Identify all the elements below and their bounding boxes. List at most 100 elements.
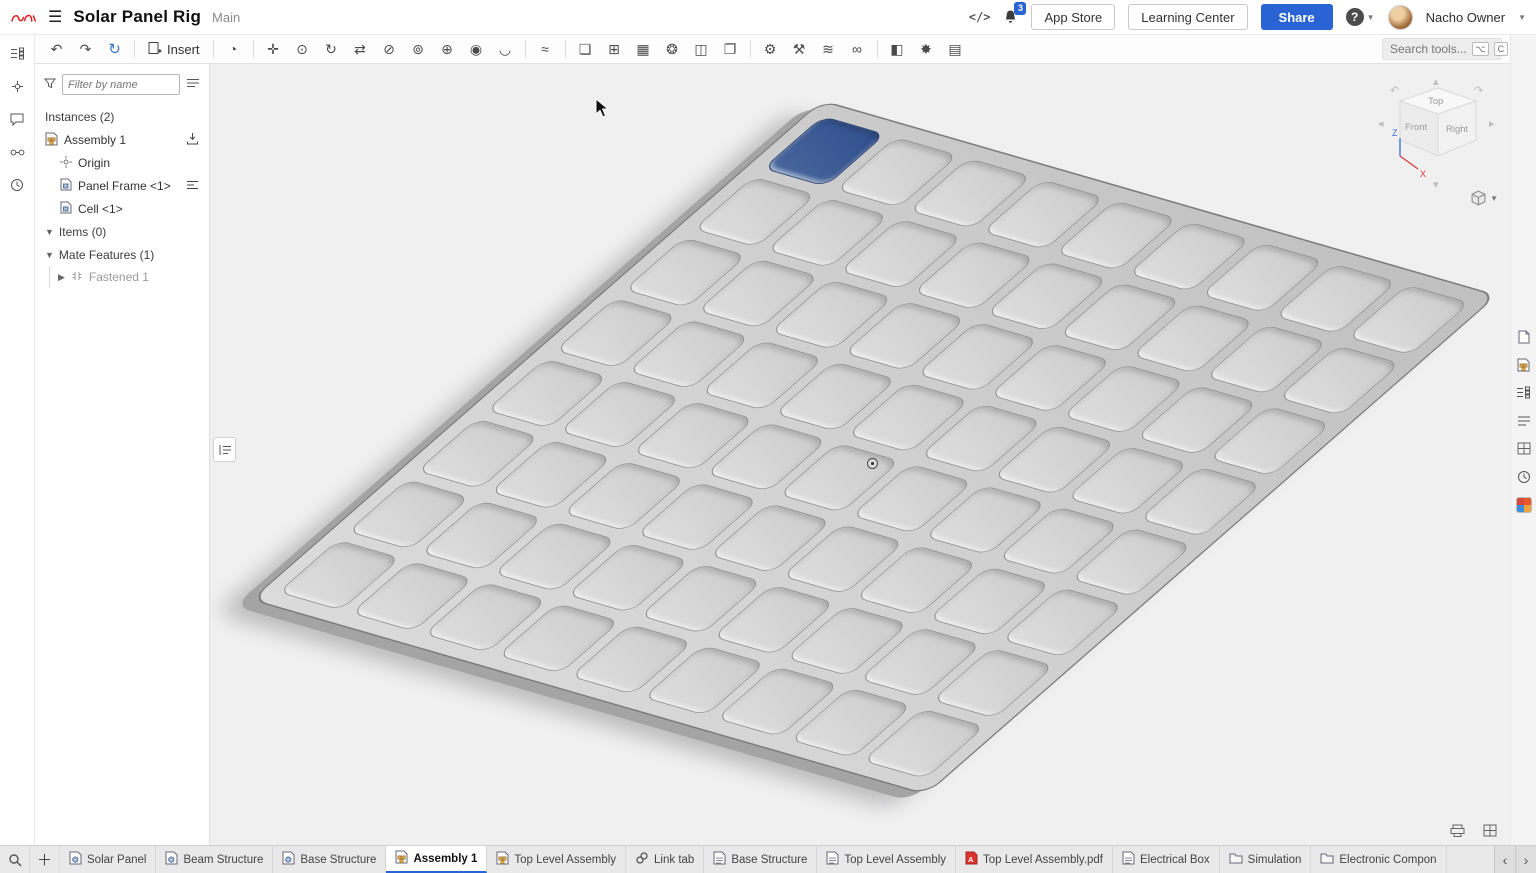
- gear-relation-icon[interactable]: ⚙: [757, 38, 784, 61]
- linear-pattern-icon[interactable]: ▦: [630, 38, 657, 61]
- top-bar: ☰ Solar Panel Rig Main </> 3 App Store L…: [0, 0, 1536, 35]
- main-menu-icon[interactable]: ☰: [48, 7, 62, 27]
- list-options-icon[interactable]: [186, 77, 200, 92]
- chevron-down-icon: ▼: [45, 250, 54, 260]
- filter-icon[interactable]: [44, 78, 56, 92]
- redo-icon[interactable]: ↷: [72, 38, 99, 61]
- panel-collapse-button[interactable]: [213, 437, 236, 462]
- tangent-mate-icon[interactable]: ◡: [492, 38, 519, 61]
- cube-icon: [1470, 190, 1487, 207]
- fastened-mate-icon[interactable]: ⊙: [289, 38, 316, 61]
- group-icon[interactable]: ❏: [572, 38, 599, 61]
- instances-header: Instances (2): [35, 105, 209, 128]
- tab-label: Top Level Assembly: [514, 854, 616, 866]
- view-cube-right-label: Right: [1446, 124, 1469, 135]
- pin-slot-mate-icon[interactable]: ⊕: [434, 38, 461, 61]
- user-caret-down-icon[interactable]: ▼: [1518, 13, 1526, 22]
- screw-relation-icon[interactable]: ≋: [815, 38, 842, 61]
- assemblytab-icon: [395, 850, 408, 867]
- view-cube[interactable]: ↶ ↷ ▴ ◂ ▸ ▾ Top Front Right Z: [1376, 76, 1500, 190]
- graphics-canvas[interactable]: Instances (2) Assembly 1 OriginPanel Fram…: [35, 64, 1510, 845]
- filter-input[interactable]: [62, 74, 180, 95]
- bom-icon[interactable]: ▤: [942, 38, 969, 61]
- tab-electrical-box[interactable]: Electrical Box: [1113, 846, 1220, 873]
- mate-feature-label: Fastened 1: [89, 270, 201, 284]
- belt-relation-icon[interactable]: ∞: [844, 38, 871, 61]
- tilt-up-icon: ▴: [1433, 76, 1439, 88]
- tab-search-button[interactable]: [0, 846, 30, 873]
- tree-row-cell-1[interactable]: Cell <1>: [35, 197, 209, 220]
- comments-icon[interactable]: [7, 110, 27, 128]
- tree-row-panel-frame-1[interactable]: Panel Frame <1>: [35, 174, 209, 197]
- tab-solar-panel[interactable]: Solar Panel: [60, 846, 156, 873]
- search-tools-input[interactable]: Search tools... ⌥ C: [1382, 38, 1502, 60]
- chevron-right-icon[interactable]: ▶: [58, 272, 65, 283]
- properties-panel-icon[interactable]: [1514, 411, 1534, 430]
- part-icon: [60, 178, 72, 194]
- tab-beam-structure[interactable]: Beam Structure: [156, 846, 273, 873]
- view-mode-menu[interactable]: ▼: [1470, 190, 1498, 207]
- undo-icon[interactable]: ↶: [43, 38, 70, 61]
- tab-assembly-1[interactable]: Assembly 1: [386, 846, 487, 873]
- tab-top-level-assembly[interactable]: Top Level Assembly: [817, 846, 956, 873]
- learning-center-button[interactable]: Learning Center: [1128, 4, 1247, 30]
- insert-button[interactable]: Insert: [141, 39, 207, 60]
- tab-link-tab[interactable]: Link tab: [626, 846, 704, 873]
- print-icon[interactable]: [1447, 823, 1467, 838]
- tab-top-level-assembly[interactable]: Top Level Assembly: [487, 846, 626, 873]
- appearance-panel-icon[interactable]: [1514, 439, 1534, 458]
- add-tab-button[interactable]: ＋: [30, 846, 60, 873]
- refresh-icon[interactable]: ↻: [101, 38, 128, 61]
- onshape-logo[interactable]: [10, 10, 37, 25]
- folder-icon[interactable]: ❐: [717, 38, 744, 61]
- help-menu[interactable]: ? ▼: [1346, 8, 1375, 26]
- tree-row-assembly-1[interactable]: Assembly 1: [35, 128, 209, 152]
- named-views-icon[interactable]: ◔: [220, 38, 247, 61]
- circular-pattern-icon[interactable]: ❂: [659, 38, 686, 61]
- in-context-icon[interactable]: [186, 179, 201, 193]
- tab-top-level-assembly-pdf[interactable]: ATop Level Assembly.pdf: [956, 846, 1113, 873]
- scroll-tabs-left-icon[interactable]: ‹: [1494, 846, 1515, 873]
- history-icon[interactable]: [7, 176, 27, 194]
- mate-connector-icon[interactable]: ⊞: [601, 38, 628, 61]
- app-store-button[interactable]: App Store: [1031, 4, 1115, 30]
- share-button[interactable]: Share: [1261, 4, 1333, 30]
- tree-row-origin[interactable]: Origin: [35, 152, 209, 174]
- tab-base-structure[interactable]: Base Structure: [704, 846, 817, 873]
- items-header[interactable]: ▼ Items (0): [35, 220, 209, 243]
- solar-panel[interactable]: [250, 100, 1498, 795]
- comment-panel-icon[interactable]: [1514, 327, 1534, 346]
- slider-mate-icon[interactable]: ⇄: [347, 38, 374, 61]
- versions-panel-icon[interactable]: [1514, 467, 1534, 486]
- user-avatar[interactable]: [1388, 5, 1413, 30]
- sync-icon[interactable]: [186, 132, 201, 148]
- mate-features-header[interactable]: ▼ Mate Features (1): [35, 243, 209, 266]
- apps-panel-icon[interactable]: [1514, 495, 1534, 514]
- revolute-mate-icon[interactable]: ↻: [318, 38, 345, 61]
- rack-relation-icon[interactable]: ⚒: [786, 38, 813, 61]
- ball-mate-icon[interactable]: ◉: [463, 38, 490, 61]
- mate-feature-row[interactable]: ▶ Fastened 1: [50, 266, 209, 288]
- cylindrical-mate-icon[interactable]: ⊚: [405, 38, 432, 61]
- tree-label: Assembly 1: [64, 133, 180, 147]
- panel-grid-icon[interactable]: [1480, 823, 1500, 838]
- code-icon[interactable]: </>: [969, 10, 991, 24]
- instance-structure-panel-icon[interactable]: [1514, 383, 1534, 402]
- follow-mode-icon[interactable]: [7, 143, 27, 161]
- workspace-branch[interactable]: Main: [212, 10, 240, 25]
- exploded-view-icon[interactable]: ✸: [913, 38, 940, 61]
- tab-base-structure[interactable]: Base Structure: [273, 846, 386, 873]
- tab-electronic-compon[interactable]: Electronic Compon: [1311, 846, 1446, 873]
- replicate-icon[interactable]: ◫: [688, 38, 715, 61]
- feature-list-icon[interactable]: [7, 44, 27, 62]
- scroll-tabs-right-icon[interactable]: ›: [1515, 846, 1536, 873]
- right-rail: [1510, 35, 1536, 845]
- selection-tools-icon[interactable]: [7, 77, 27, 95]
- mate-icon[interactable]: ✛: [260, 38, 287, 61]
- notifications-icon[interactable]: 3: [1003, 9, 1018, 25]
- planar-mate-icon[interactable]: ⊘: [376, 38, 403, 61]
- section-view-icon[interactable]: ◧: [884, 38, 911, 61]
- parts-list-panel-icon[interactable]: [1514, 355, 1534, 374]
- snap-mode-icon[interactable]: ≈: [532, 38, 559, 61]
- tab-simulation[interactable]: Simulation: [1220, 846, 1312, 873]
